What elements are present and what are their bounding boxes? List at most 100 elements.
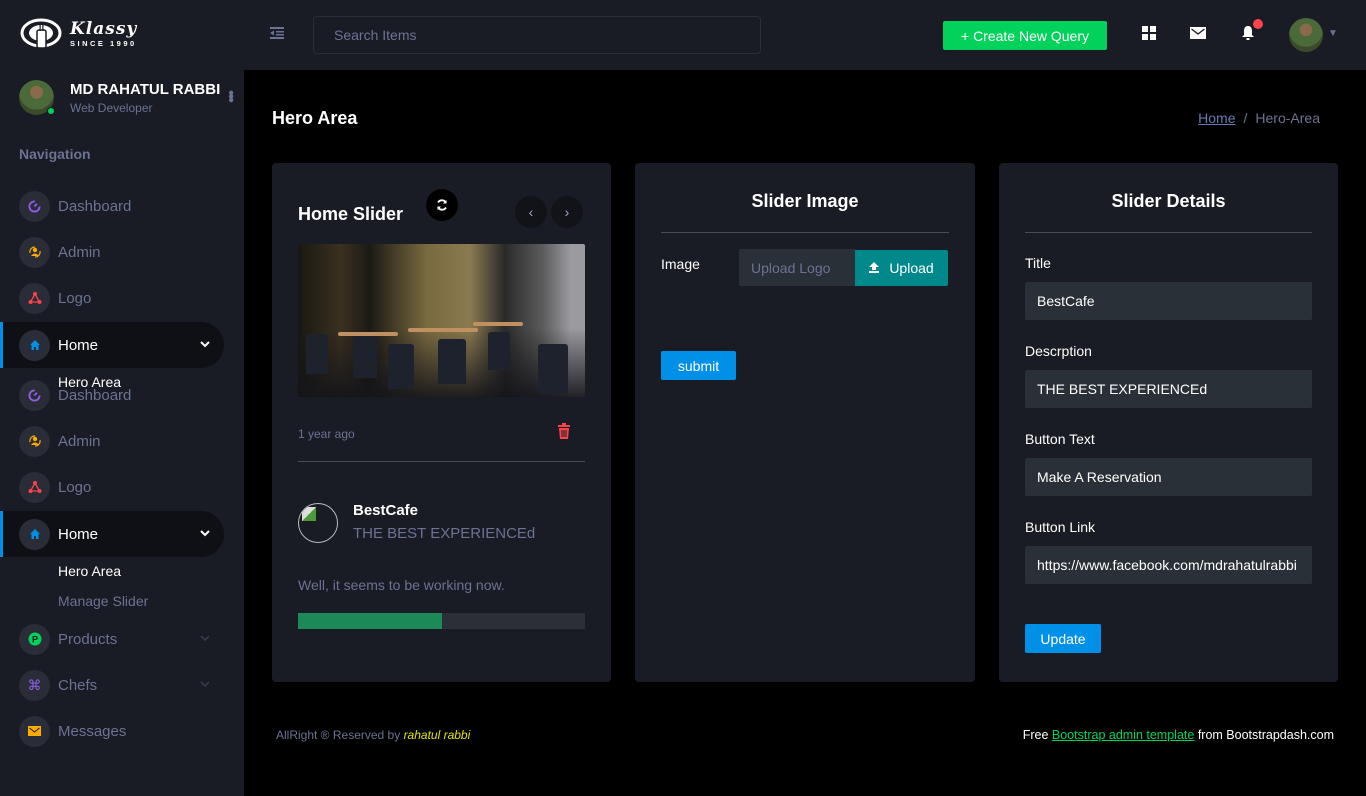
sidebar-item-messages[interactable]: Messages	[0, 708, 224, 754]
bell-icon[interactable]	[1239, 19, 1263, 42]
update-button[interactable]: Update	[1025, 624, 1101, 653]
breadcrumb-separator: /	[1243, 110, 1248, 126]
sidebar-item-label: Logo	[58, 478, 92, 496]
footer-credit: Free Bootstrap admin template from Boots…	[1023, 728, 1334, 742]
product-icon: P	[19, 623, 50, 655]
title-field[interactable]	[1025, 282, 1312, 320]
footer-credit-pre: Free	[1022, 728, 1052, 742]
sidebar-item-label: Dashboard	[58, 386, 132, 404]
mail-icon[interactable]	[1189, 24, 1207, 42]
sidebar-item-label: Home	[58, 336, 99, 354]
sidebar-item-home[interactable]: Home	[0, 322, 224, 368]
slider-details-card: Slider Details Title Descrption Button T…	[999, 163, 1338, 682]
divider	[298, 461, 585, 462]
mail-icon	[19, 715, 50, 747]
home-slider-card: Home Slider ‹ › 1 year ago BestCafe THE …	[272, 163, 611, 682]
brand-tagline: SINCE 1990	[70, 38, 137, 48]
breadcrumb: Home / Hero-Area	[1198, 110, 1320, 126]
sidebar-item-products[interactable]: P Products	[0, 616, 224, 662]
sidebar-item-home[interactable]: Home	[0, 511, 224, 557]
sidebar-item-logo[interactable]: Logo	[0, 275, 224, 321]
sidebar-item-dashboard[interactable]: Dashboard	[0, 372, 224, 418]
breadcrumb-home-link[interactable]: Home	[1198, 110, 1235, 126]
slider-next-button[interactable]: ›	[551, 196, 583, 228]
slide-item-title: BestCafe	[353, 502, 419, 519]
sidebar-item-admin[interactable]: Admin	[0, 418, 224, 464]
nav-category: Navigation	[19, 146, 91, 162]
caret-down-icon[interactable]: ▼	[1328, 28, 1338, 39]
sidebar-item-admin[interactable]: Admin	[0, 229, 224, 275]
klassy-logo-icon	[20, 18, 62, 49]
more-options-icon[interactable]: •••	[222, 90, 239, 101]
description-field[interactable]	[1025, 370, 1312, 408]
submenu-item-hero-area[interactable]: Hero Area	[58, 563, 121, 579]
timestamp: 1 year ago	[298, 427, 355, 441]
home-icon	[19, 329, 50, 361]
sidebar-item-dashboard[interactable]: Dashboard	[0, 183, 224, 229]
slider-image-card: Slider Image Image Upload submit	[635, 163, 975, 682]
sidebar-item-label: Products	[58, 630, 118, 648]
chevron-down-icon	[200, 528, 210, 540]
footer-credit-post: from Bootstrapdash.com	[1194, 728, 1334, 742]
upload-logo-input[interactable]	[739, 249, 855, 286]
description-label: Descrption	[1025, 343, 1092, 359]
button-link-field[interactable]	[1025, 546, 1312, 584]
submenu-item-manage-slider[interactable]: Manage Slider	[58, 593, 148, 609]
button-text-field[interactable]	[1025, 458, 1312, 496]
account-icon	[19, 236, 50, 268]
sidebar-item-label: Logo	[58, 289, 92, 307]
profile-avatar[interactable]	[19, 80, 55, 115]
speedometer-icon	[19, 379, 50, 411]
brand-logo[interactable]: Klassy SINCE 1990	[20, 18, 137, 50]
status-text: Well, it seems to be working now.	[298, 577, 505, 593]
upload-group: Upload	[739, 249, 949, 286]
sidebar-item-logo[interactable]: Logo	[0, 464, 224, 510]
sidebar-item-label: Messages	[58, 722, 127, 740]
sidebar: Klassy SINCE 1990 MD RAHATUL RABBI Web D…	[0, 0, 244, 796]
button-link-label: Button Link	[1025, 519, 1096, 535]
sidebar-item-label: Chefs	[58, 676, 98, 694]
home-icon	[19, 518, 50, 550]
button-text-label: Button Text	[1025, 431, 1095, 447]
broken-image-thumbnail	[298, 503, 338, 543]
chevron-down-icon	[200, 339, 210, 351]
upload-button[interactable]: Upload	[855, 249, 948, 286]
slider-prev-button[interactable]: ‹	[515, 196, 547, 228]
sidebar-item-label: Home	[58, 525, 99, 543]
bootstrap-template-link[interactable]: Bootstrap admin template	[1052, 728, 1194, 742]
progress-bar-fill	[298, 613, 442, 629]
search-input[interactable]	[313, 16, 761, 54]
profile-role: Web Developer	[70, 100, 153, 115]
footer-author: rahatul rabbi	[403, 728, 471, 742]
trash-icon[interactable]	[557, 423, 571, 444]
slider-image-restaurant	[298, 244, 585, 397]
title-label: Title	[1025, 255, 1051, 271]
slide-item-description: THE BEST EXPERIENCEd	[353, 525, 536, 542]
divider	[1025, 232, 1312, 233]
divider	[661, 232, 949, 233]
slider-details-title: Slider Details	[1111, 191, 1226, 211]
user-avatar[interactable]	[1289, 18, 1323, 52]
create-new-query-button[interactable]: + Create New Query	[943, 21, 1107, 50]
user-profile: MD RAHATUL RABBI Web Developer •••	[19, 80, 244, 115]
refresh-icon[interactable]	[426, 189, 458, 221]
sidebar-item-label: Dashboard	[58, 197, 132, 215]
network-icon	[19, 282, 50, 314]
chevron-down-icon	[200, 679, 210, 691]
slider-image-title: Slider Image	[751, 191, 859, 211]
home-slider-title: Home Slider	[298, 204, 404, 224]
breadcrumb-current: Hero-Area	[1255, 110, 1320, 126]
sidebar-toggle-icon[interactable]	[270, 26, 284, 42]
topbar: + Create New Query ▼	[244, 0, 1366, 70]
sidebar-item-chefs[interactable]: ⌘ Chefs	[0, 662, 224, 708]
submit-button[interactable]: submit	[661, 351, 736, 380]
speedometer-icon	[19, 190, 50, 222]
upload-button-label: Upload	[889, 259, 934, 276]
profile-name: MD RAHATUL RABBI	[70, 80, 221, 98]
svg-text:P: P	[31, 635, 37, 645]
upload-icon	[869, 262, 880, 273]
account-icon	[19, 425, 50, 457]
brand-name: Klassy	[70, 18, 138, 39]
online-status-dot	[47, 107, 55, 115]
grid-icon[interactable]	[1140, 24, 1158, 42]
